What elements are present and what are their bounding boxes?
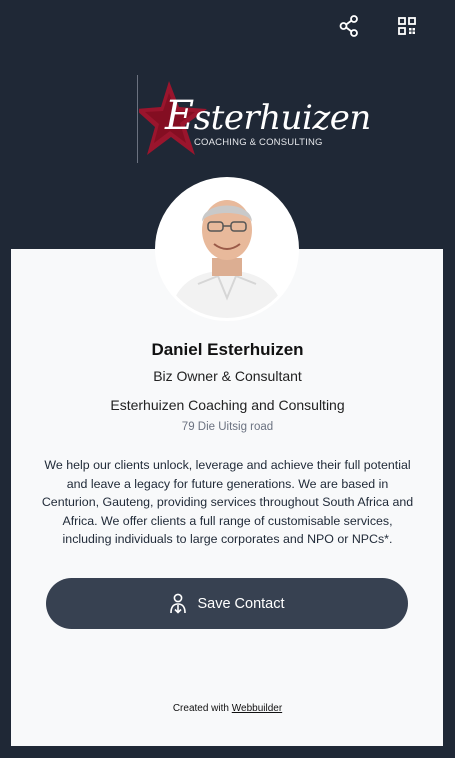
footer-prefix: Created with — [172, 703, 229, 714]
profile-bio: We help our clients unlock, leverage and… — [41, 458, 414, 546]
qr-code-button[interactable] — [393, 12, 421, 40]
person-download-icon — [170, 593, 187, 614]
logo-tagline: COACHING & CONSULTING — [194, 137, 323, 148]
share-button[interactable] — [335, 12, 363, 40]
digital-business-card: Esterhuizen COACHING & CONSULTING Daniel… — [0, 0, 455, 758]
logo-divider — [137, 75, 138, 163]
qr-code-icon — [398, 17, 416, 35]
save-contact-label: Save Contact — [197, 595, 285, 612]
company-logo: Esterhuizen COACHING & CONSULTING — [137, 75, 371, 163]
profile-role: Biz Owner & Consultant — [153, 368, 302, 384]
footer: Created with Webbuilder — [0, 703, 455, 714]
logo-wordmark: Esterhuizen — [165, 93, 371, 139]
avatar-portrait — [158, 180, 296, 318]
share-icon — [339, 15, 358, 37]
profile-address: 79 Die Uitsig road — [181, 421, 274, 433]
profile-name: Daniel Esterhuizen — [151, 340, 304, 359]
profile-company: Esterhuizen Coaching and Consulting — [110, 397, 345, 413]
webbuilder-link[interactable]: Webbuilder — [232, 703, 282, 714]
profile-photo — [155, 177, 299, 321]
save-contact-button[interactable]: Save Contact — [46, 578, 408, 629]
